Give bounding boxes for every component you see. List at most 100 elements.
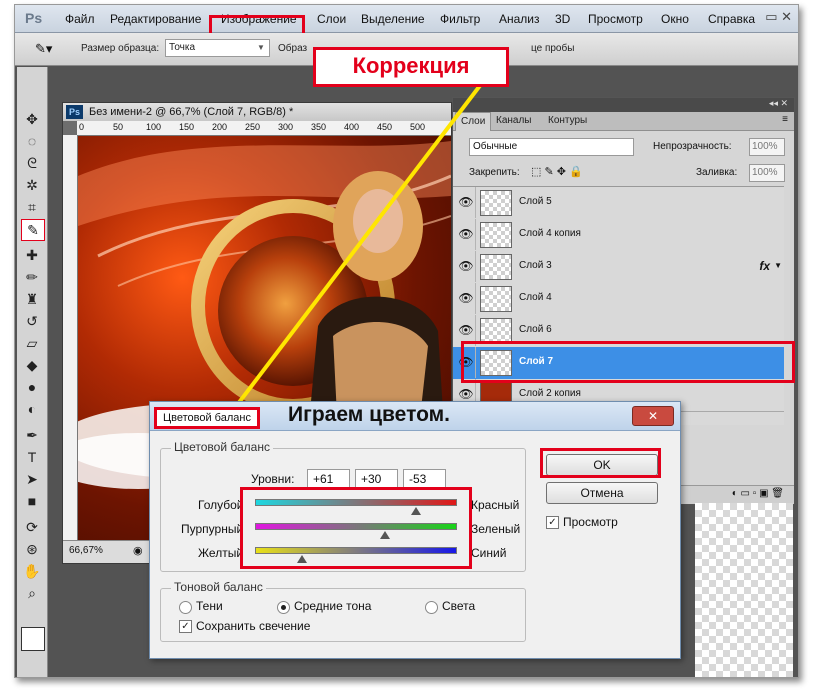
- menu-view[interactable]: Просмотр: [588, 12, 643, 26]
- magenta-label: Пурпурный: [181, 522, 244, 536]
- 3d-orbit-icon[interactable]: ⊛: [21, 539, 43, 559]
- eye-icon[interactable]: 👁: [457, 219, 476, 250]
- photoshop-logo: Ps: [25, 10, 43, 26]
- zoom-level[interactable]: 66,67%: [69, 545, 103, 556]
- eraser-tool-icon[interactable]: ▱: [21, 333, 43, 353]
- menu-select[interactable]: Выделение: [361, 12, 425, 26]
- menu-help[interactable]: Справка: [708, 12, 755, 26]
- lock-row: Закрепить: ⬚ ✎ ✥ 🔒 Заливка: 100%: [453, 162, 794, 184]
- 3d-rotate-icon[interactable]: ⟳: [21, 517, 43, 537]
- eyedropper-icon[interactable]: ✎▾: [35, 41, 52, 57]
- healing-brush-icon[interactable]: ✚: [21, 245, 43, 265]
- tab-paths[interactable]: Контуры: [543, 112, 592, 130]
- panel-collapse-icon[interactable]: ◂◂ ✕: [769, 98, 788, 109]
- hand-tool-icon[interactable]: ✋: [21, 561, 43, 581]
- shadows-radio[interactable]: [179, 601, 192, 614]
- menu-layers[interactable]: Слои: [317, 12, 346, 26]
- level-yellow-blue-input[interactable]: -53: [403, 469, 446, 489]
- ruler-mark: 500: [410, 122, 426, 132]
- midtones-radio[interactable]: [277, 601, 290, 614]
- color-balance-dialog: Цветовой баланс Играем цветом. ✕ Цветово…: [149, 401, 681, 659]
- pen-tool-icon[interactable]: ✒: [21, 425, 43, 445]
- samples-label: це пробы: [531, 43, 575, 54]
- menu-window[interactable]: Окно: [661, 12, 689, 26]
- layer-thumbnail: [480, 222, 512, 248]
- level-magenta-green-input[interactable]: +30: [355, 469, 398, 489]
- preview-checkbox[interactable]: ✓: [546, 516, 559, 529]
- brush-tool-icon[interactable]: ✏: [21, 267, 43, 287]
- fx-icon[interactable]: fx: [759, 259, 770, 273]
- panel-menu-icon[interactable]: ≡: [782, 114, 788, 125]
- menu-filter[interactable]: Фильтр: [440, 12, 480, 26]
- cancel-button[interactable]: Отмена: [546, 482, 658, 504]
- layer-name: Слой 2 копия: [519, 388, 581, 399]
- window-controls-icon: ▭ ✕: [765, 9, 792, 24]
- path-select-icon[interactable]: ➤: [21, 469, 43, 489]
- tab-channels[interactable]: Каналы: [491, 112, 537, 130]
- horizontal-ruler[interactable]: 0 50 100 150 200 250 300 350 400 450 500: [77, 121, 451, 136]
- vertical-ruler[interactable]: [63, 135, 78, 541]
- blur-tool-icon[interactable]: ●: [21, 377, 43, 397]
- preview-label: Просмотр: [563, 515, 618, 529]
- layer-row-4-copy[interactable]: 👁 Слой 4 копия: [453, 219, 784, 252]
- eye-icon[interactable]: 👁: [457, 251, 476, 282]
- tab-layers[interactable]: Слои: [455, 112, 492, 131]
- menu-edit[interactable]: Редактирование: [110, 12, 201, 26]
- paint-bucket-icon[interactable]: ◆: [21, 355, 43, 375]
- document-title-bar[interactable]: Ps Без имени-2 @ 66,7% (Слой 7, RGB/8) *: [63, 103, 451, 121]
- eyedropper-tool-icon[interactable]: ✎: [21, 219, 45, 241]
- green-label: Зеленый: [471, 522, 521, 536]
- panel-footer-icons[interactable]: ◐ ▭ ▫ ▣ 🗑: [732, 488, 784, 499]
- layer-row-4[interactable]: 👁 Слой 4: [453, 283, 784, 316]
- lasso-tool-icon[interactable]: ᘓ: [21, 153, 43, 173]
- play-color-caption: Играем цветом.: [288, 403, 450, 426]
- blend-row: Обычные Непрозрачность: 100%: [453, 136, 794, 158]
- sliders-highlight: [240, 487, 472, 569]
- menu-analysis[interactable]: Анализ: [499, 12, 540, 26]
- photoshop-window: Ps Файл Редактирование Изображение Слои …: [14, 4, 799, 678]
- move-tool-icon[interactable]: ✥: [21, 109, 43, 129]
- layer-name: Слой 5: [519, 196, 552, 207]
- fill-input[interactable]: 100%: [749, 164, 785, 182]
- correction-callout: Коррекция: [313, 47, 509, 87]
- sample-size-select[interactable]: Точка: [165, 39, 270, 57]
- preserve-luminosity-checkbox[interactable]: ✓: [179, 620, 192, 633]
- fill-label: Заливка:: [696, 167, 738, 178]
- color-swatches-icon[interactable]: [21, 627, 45, 651]
- layer-name: Слой 3: [519, 260, 552, 271]
- menu-file[interactable]: Файл: [65, 12, 95, 26]
- dodge-tool-icon[interactable]: ◐: [21, 399, 43, 419]
- ruler-mark: 100: [146, 122, 162, 132]
- layer-row-3[interactable]: 👁 Слой 3 fx ▼: [453, 251, 784, 284]
- status-info-icon[interactable]: ◉: [133, 544, 143, 557]
- chevron-down-icon[interactable]: ▼: [257, 43, 265, 52]
- menu-3d[interactable]: 3D: [555, 12, 570, 26]
- type-tool-icon[interactable]: T: [21, 447, 43, 467]
- close-icon[interactable]: ✕: [632, 406, 674, 426]
- chevron-down-icon[interactable]: ▼: [774, 261, 782, 270]
- layer-thumbnail: [480, 190, 512, 216]
- crop-tool-icon[interactable]: ⌗: [21, 197, 43, 217]
- history-brush-icon[interactable]: ↺: [21, 311, 43, 331]
- ruler-mark: 0: [79, 122, 85, 132]
- blend-mode-select[interactable]: Обычные: [469, 138, 634, 156]
- dialog-title-bar[interactable]: Цветовой баланс Играем цветом. ✕: [150, 402, 680, 431]
- transparent-canvas-area: [695, 503, 793, 677]
- ok-button-highlight: [540, 448, 661, 478]
- marquee-tool-icon[interactable]: ◌: [21, 131, 43, 151]
- sample-size-label: Размер образца:: [81, 43, 160, 54]
- dialog-title: Цветовой баланс: [154, 407, 260, 429]
- highlights-radio[interactable]: [425, 601, 438, 614]
- zoom-tool-icon[interactable]: ⌕: [21, 583, 43, 603]
- clone-stamp-icon[interactable]: ♜: [21, 289, 43, 309]
- layer-row-5[interactable]: 👁 Слой 5: [453, 187, 784, 220]
- lock-icons[interactable]: ⬚ ✎ ✥ 🔒: [531, 165, 583, 178]
- tools-panel: ✥ ◌ ᘓ ✲ ⌗ ✎ ✚ ✏ ♜ ↺ ▱ ◆ ● ◐ ✒ T ➤ ■ ⟳ ⊛ …: [17, 67, 48, 677]
- eye-icon[interactable]: 👁: [457, 283, 476, 314]
- level-cyan-red-input[interactable]: +61: [307, 469, 350, 489]
- magic-wand-icon[interactable]: ✲: [21, 175, 43, 195]
- opacity-input[interactable]: 100%: [749, 138, 785, 156]
- tone-balance-group: Тоновой баланс Тени Средние тона Света ✓…: [160, 580, 526, 642]
- eye-icon[interactable]: 👁: [457, 187, 476, 218]
- shape-tool-icon[interactable]: ■: [21, 491, 43, 511]
